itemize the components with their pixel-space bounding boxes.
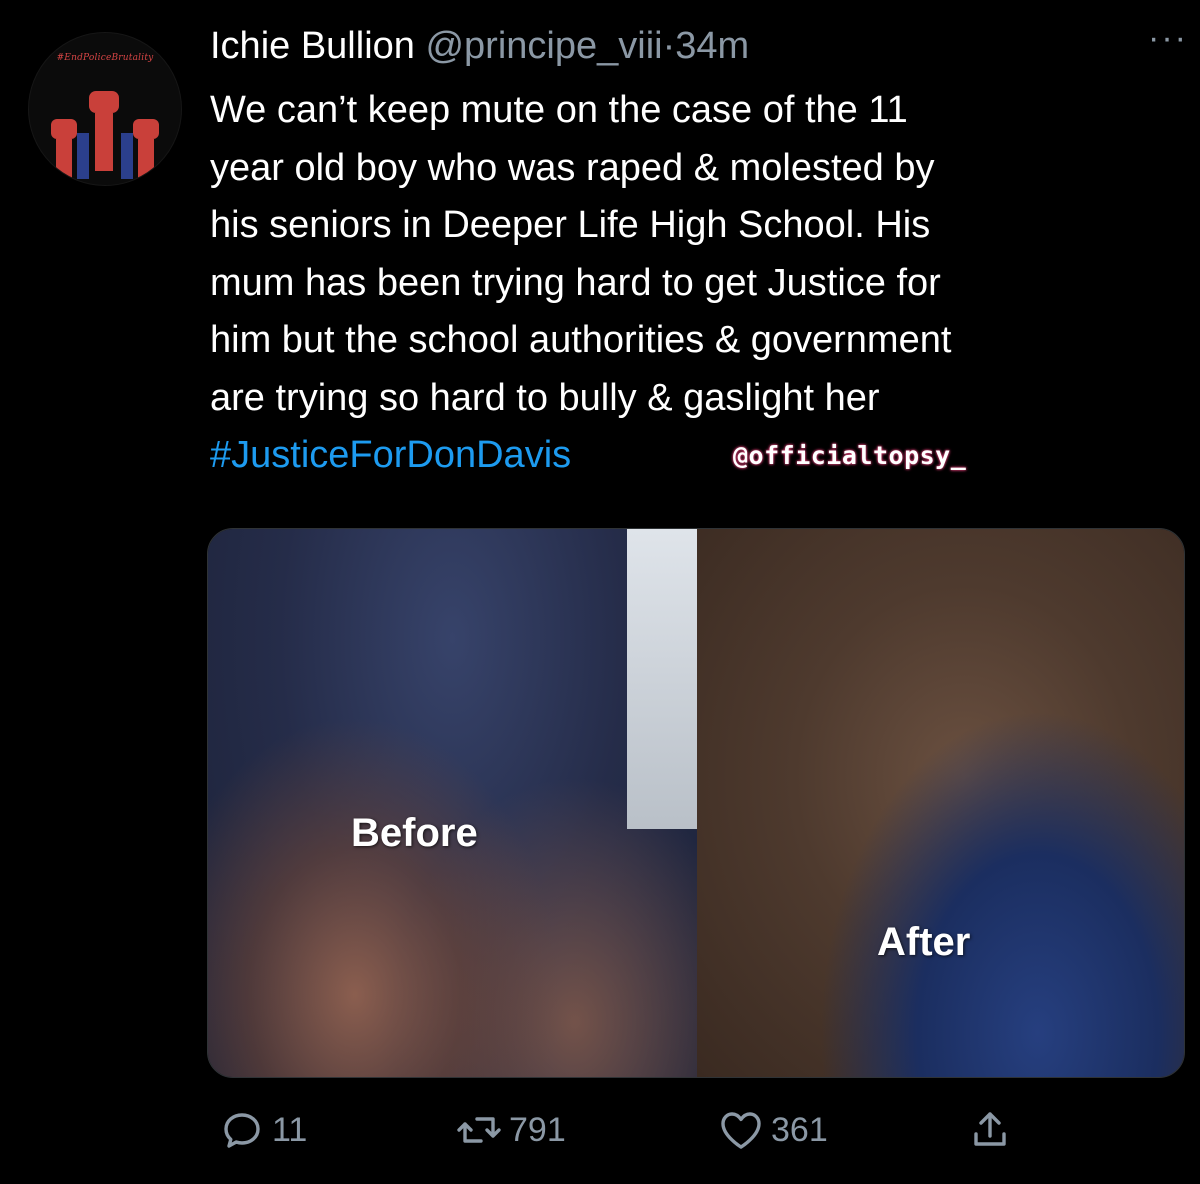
- author-handle[interactable]: @principe_viii: [425, 25, 662, 67]
- tweet-line: are trying so hard to bully & gaslight h…: [210, 376, 880, 419]
- reply-button[interactable]: 11: [218, 1100, 307, 1160]
- reply-icon: [224, 1113, 260, 1148]
- tweet-line: year old boy who was raped & molested by: [210, 146, 935, 189]
- separator-dot: ·: [662, 25, 676, 67]
- tweet-line: We can’t keep mute on the case of the 11: [210, 89, 908, 131]
- watermark: @officialtopsy_: [733, 441, 967, 470]
- reply-count: 11: [272, 1110, 308, 1149]
- retweet-icon: [457, 1117, 501, 1143]
- avatar[interactable]: #EndPoliceBrutality: [28, 32, 182, 186]
- after-label: After: [877, 920, 971, 964]
- heart-icon: [721, 1112, 761, 1149]
- retweet-count: 791: [509, 1110, 566, 1149]
- tweet-line: his seniors in Deeper Life High School. …: [210, 204, 931, 246]
- tweet-line: mum has been trying hard to get Justice …: [210, 261, 941, 304]
- before-photo[interactable]: Before: [208, 529, 697, 1077]
- raised-fists-icon: [51, 91, 159, 179]
- tweet-actions: 11 791 361: [210, 1100, 1190, 1160]
- media-attachment[interactable]: Before After: [207, 528, 1185, 1078]
- hashtag-link[interactable]: #JusticeForDonDavis: [210, 434, 571, 476]
- share-button[interactable]: [966, 1100, 1020, 1160]
- tweet-header: Ichie Bullion @principe_viii·34m: [210, 22, 1180, 72]
- after-photo[interactable]: After: [697, 529, 1184, 1077]
- author-name[interactable]: Ichie Bullion: [210, 25, 415, 67]
- like-count: 361: [771, 1110, 828, 1149]
- like-button[interactable]: 361: [717, 1100, 828, 1160]
- retweet-button[interactable]: 791: [455, 1100, 566, 1160]
- background-wall: [627, 529, 697, 829]
- tweet-body: We can’t keep mute on the case of the 11…: [210, 82, 1190, 485]
- tweet-line: him but the school authorities & governm…: [210, 319, 952, 361]
- share-icon: [974, 1112, 1006, 1146]
- more-options-icon[interactable]: ···: [1148, 21, 1188, 55]
- before-label: Before: [351, 811, 478, 855]
- tweet-time[interactable]: 34m: [675, 25, 749, 67]
